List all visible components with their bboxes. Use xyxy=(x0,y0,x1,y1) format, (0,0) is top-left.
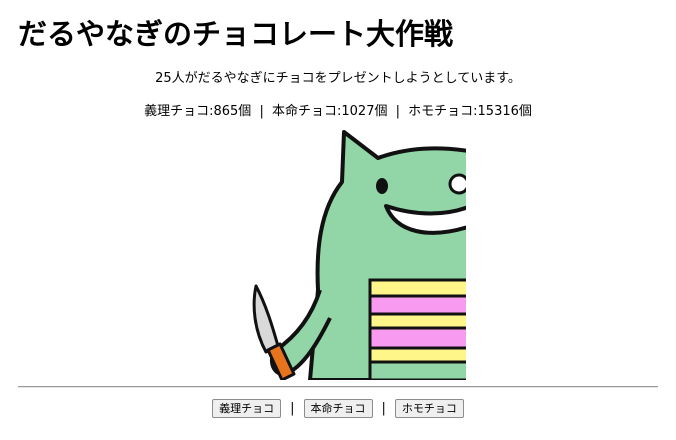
honmei-stat-count: 1027個 xyxy=(341,104,388,119)
homo-stat-label: ホモチョコ: xyxy=(408,104,478,119)
honmei-choco-button[interactable]: 本命チョコ xyxy=(303,399,373,418)
honmei-stat-label: 本命チョコ: xyxy=(271,104,342,119)
giri-stat-label: 義理チョコ: xyxy=(144,104,214,119)
knife-blade xyxy=(252,284,280,354)
homo-stat-count: 15316個 xyxy=(477,104,532,119)
button-separator: | xyxy=(381,401,386,416)
intro-text: 25人がだるやなぎにチョコをプレゼントしようとしています。 xyxy=(155,71,521,86)
stats-separator: | xyxy=(259,104,264,119)
homo-choco-button[interactable]: ホモチョコ xyxy=(394,399,464,418)
horizontal-divider xyxy=(18,386,658,388)
page: だるやなぎのチョコレート大作戦 25人がだるやなぎにチョコをプレゼントしようとし… xyxy=(0,0,676,440)
darumonster-illustration xyxy=(246,130,466,380)
giri-stat-count: 865個 xyxy=(213,104,252,119)
button-bar: 義理チョコ | 本命チョコ | ホモチョコ xyxy=(0,399,676,418)
page-title: だるやなぎのチョコレート大作戦 xyxy=(18,17,454,51)
button-separator: | xyxy=(290,401,295,416)
monster-with-cake-image xyxy=(252,130,466,380)
giri-choco-button[interactable]: 義理チョコ xyxy=(212,399,282,418)
monster-eye-right xyxy=(448,173,466,195)
monster-eye-left xyxy=(376,178,388,194)
chocolate-stats: 義理チョコ:865個 | 本命チョコ:1027個 | ホモチョコ:15316個 xyxy=(0,103,676,121)
stats-separator: | xyxy=(395,104,400,119)
cake xyxy=(368,278,466,380)
